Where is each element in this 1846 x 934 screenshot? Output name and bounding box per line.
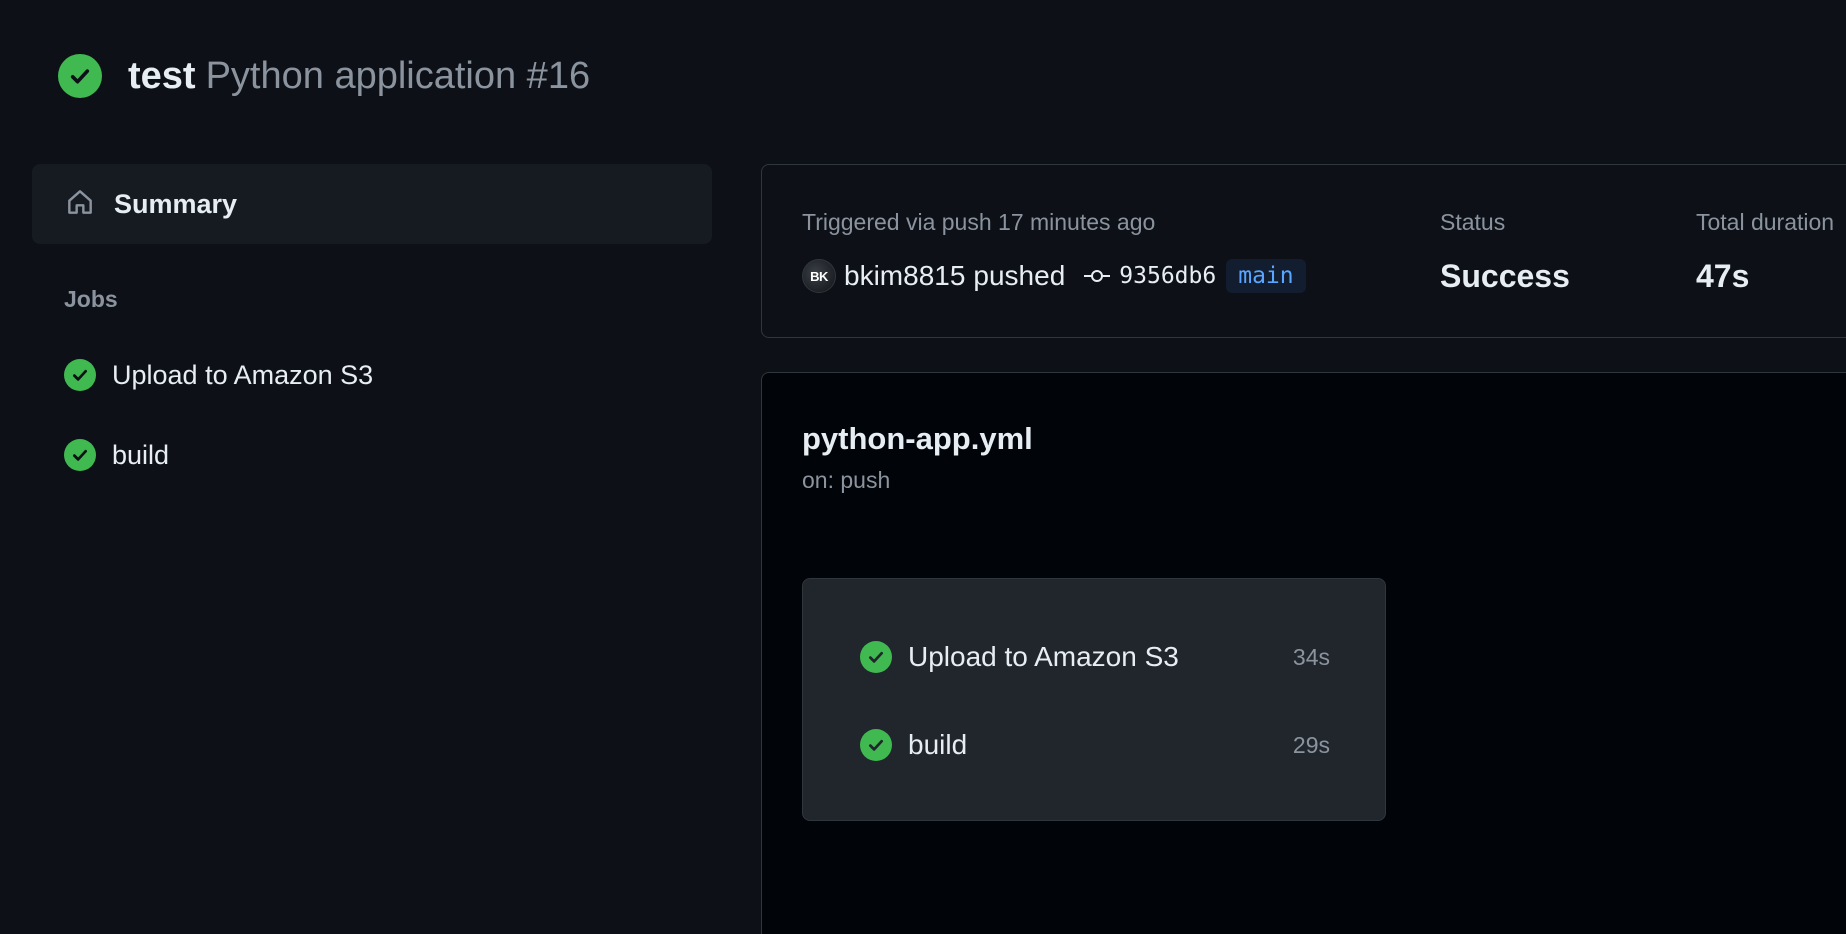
sidebar-job-label: build [112,439,170,470]
success-check-icon [64,359,96,391]
push-action-text: pushed [973,260,1066,291]
trigger-text: Triggered via push 17 minutes ago [802,209,1156,235]
sidebar: Summary Jobs Upload to Amazon S3 build [32,164,712,475]
graph-job-upload[interactable]: Upload to Amazon S3 34s [860,637,1330,677]
status-label: Status [1440,209,1506,235]
git-commit-icon [1083,266,1111,286]
branch-badge[interactable]: main [1226,259,1306,293]
graph-job-label: build [908,729,968,760]
duration-stat: Total duration 47s [1696,209,1834,295]
sidebar-job-upload[interactable]: Upload to Amazon S3 [32,355,712,395]
workflow-name: test [128,55,196,97]
sidebar-item-label: Summary [114,188,238,219]
graph-job-duration: 34s [1292,643,1330,670]
avatar[interactable]: BK [802,259,836,293]
sidebar-job-build[interactable]: build [32,435,712,475]
workflow-trigger: on: push [802,467,891,493]
home-icon [64,186,96,223]
jobs-group-box: Upload to Amazon S3 34s build 29s [802,578,1386,821]
sidebar-job-label: Upload to Amazon S3 [112,359,374,390]
workflow-graph-panel: python-app.yml on: push Upload to Amazon… [761,372,1846,934]
graph-job-label: Upload to Amazon S3 [908,641,1179,672]
username-link[interactable]: bkim8815 [844,260,965,292]
page-title: test Python application #16 [128,54,590,98]
success-check-icon [64,439,96,471]
sidebar-item-summary[interactable]: Summary [32,164,712,244]
commit-sha-link[interactable]: 9356db6 [1119,263,1216,289]
success-check-icon [860,729,892,761]
success-check-icon [58,54,102,98]
status-value: Success [1440,258,1570,294]
duration-value: 47s [1696,258,1750,294]
jobs-heading: Jobs [64,286,118,312]
workflow-run-page: test Python application #16 Summary Jobs … [0,0,1846,934]
duration-label: Total duration [1696,209,1835,235]
graph-job-build[interactable]: build 29s [860,725,1330,765]
workflow-file-name: python-app.yml [802,421,1033,456]
status-stat: Status Success [1440,209,1570,295]
run-header: test Python application #16 [58,54,590,98]
push-info: BK bkim8815 pushed 9356db6 main [802,259,1306,293]
run-title: Python application #16 [205,55,591,97]
success-check-icon [860,641,892,673]
graph-job-duration: 29s [1292,731,1330,758]
run-summary-panel: Triggered via push 17 minutes ago BK bki… [761,164,1846,338]
